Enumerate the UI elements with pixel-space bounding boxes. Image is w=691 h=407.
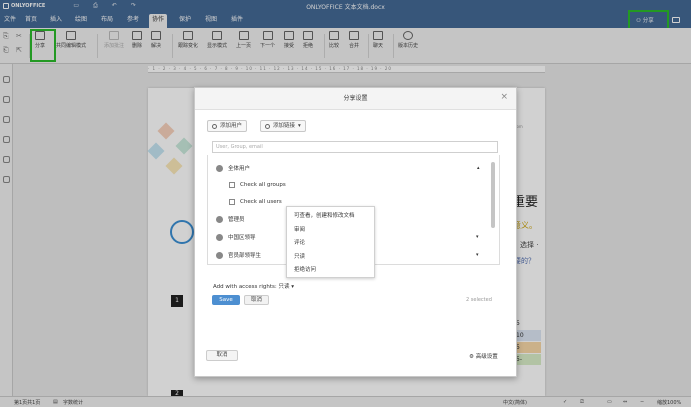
list-item-all-users[interactable]: 全体用户 [216, 163, 250, 173]
access-rights-label: Add with access rights: [213, 284, 277, 290]
menu-item-deny-access[interactable]: 拒绝访问 [294, 265, 316, 273]
advanced-settings-link[interactable]: ⚙ 高级设置 [469, 352, 498, 360]
selected-count: 2 selected [466, 297, 492, 303]
cancel-button[interactable]: 取消 [244, 295, 269, 305]
add-users-button[interactable]: 添加用户 [207, 120, 248, 132]
checkbox[interactable] [229, 182, 235, 188]
menu-item-review[interactable]: 审阅 [294, 225, 305, 233]
gear-icon: ⚙ [469, 354, 476, 360]
list-scrollbar[interactable] [491, 162, 495, 228]
save-button[interactable]: Save [212, 295, 240, 305]
chevron-down-icon[interactable]: ▾ [476, 234, 479, 240]
check-all-users[interactable]: Check all users [229, 197, 282, 207]
access-rights-row: Add with access rights: 只读 ▾ [213, 282, 294, 290]
dialog-title: 分享设置 [195, 88, 516, 110]
add-link-button[interactable]: 添加链接 ▾ [260, 120, 306, 132]
dialog-cancel-button[interactable]: 取消 [206, 350, 238, 361]
user-search-input[interactable]: User, Group, email [212, 141, 498, 153]
list-item-officials[interactable]: 官员部领导生 [216, 250, 261, 260]
access-rights-select[interactable]: 只读 ▾ [279, 284, 295, 290]
chevron-up-icon[interactable]: ▴ [477, 165, 480, 171]
group-icon [216, 251, 223, 259]
chevron-down-icon[interactable]: ▾ [476, 252, 479, 258]
link-icon [265, 123, 270, 129]
list-item-admin[interactable]: 管理员 [216, 214, 245, 224]
group-icon [216, 215, 223, 223]
checkbox[interactable] [229, 199, 235, 205]
close-icon[interactable]: × [500, 92, 508, 102]
menu-item-comment[interactable]: 评论 [294, 238, 305, 246]
chevron-down-icon: ▾ [298, 123, 301, 129]
menu-item-full-access[interactable]: 可查看，创建和修改文档 [294, 211, 355, 219]
list-item-china-leaders[interactable]: 中国区领导 [216, 232, 256, 242]
group-icon [216, 164, 223, 172]
menu-item-read-only[interactable]: 只读 [294, 252, 305, 260]
user-icon [212, 123, 217, 129]
group-icon [216, 233, 223, 241]
check-all-groups[interactable]: Check all groups [229, 180, 286, 190]
